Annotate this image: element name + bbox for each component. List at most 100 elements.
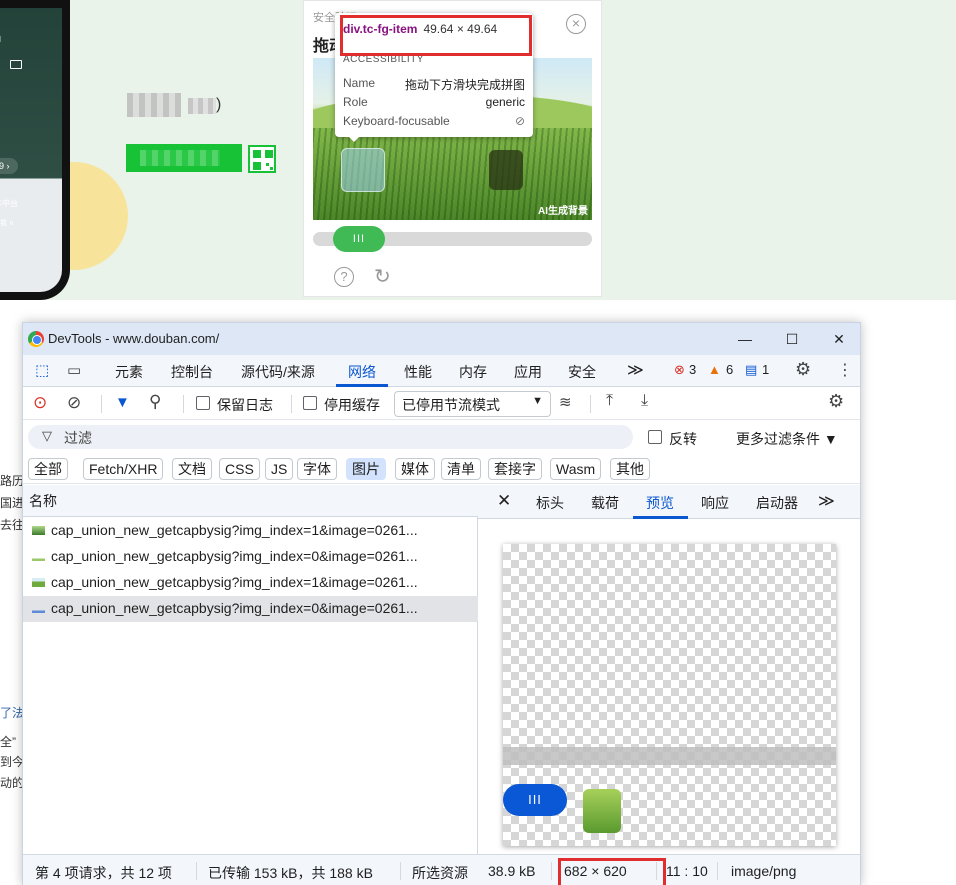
error-icon[interactable]: ⊗ xyxy=(674,362,685,378)
row-label: Role xyxy=(343,95,368,109)
devtools-panel-tabs: ⬚ ▭ 元素 控制台 源代码/来源 网络 性能 内存 应用 安全 ≫ ⊗ 3 ▲… xyxy=(23,355,860,387)
transferred-size: 已传输 153 kB，共 188 kB xyxy=(208,865,373,881)
type-filter-socket[interactable]: 套接字 xyxy=(488,458,542,480)
close-window-button[interactable]: ✕ xyxy=(826,327,852,351)
preserve-log-checkbox[interactable] xyxy=(196,396,210,410)
devtools-titlebar: DevTools - www.douban.com/ — ☐ ✕ xyxy=(23,323,860,355)
type-filter-js[interactable]: JS xyxy=(265,458,294,480)
annotation-red-box xyxy=(340,15,532,56)
tab-security[interactable]: 安全 xyxy=(568,362,596,382)
chevron-down-icon: ▼ xyxy=(532,395,543,407)
request-row[interactable]: cap_union_new_getcapbysig?img_index=0&im… xyxy=(23,544,478,570)
request-row[interactable]: cap_union_new_getcapbysig?img_index=1&im… xyxy=(23,570,478,596)
maximize-button[interactable]: ☐ xyxy=(779,327,805,351)
more-filters-dropdown[interactable]: 更多过滤条件 ▼ xyxy=(736,429,838,449)
tab-payload[interactable]: 载荷 xyxy=(591,493,619,513)
more-tabs-icon[interactable]: ≫ xyxy=(818,491,835,511)
minimize-button[interactable]: — xyxy=(732,327,758,351)
status-separator xyxy=(551,862,552,880)
toolbar-separator xyxy=(101,395,102,413)
message-count[interactable]: 1 xyxy=(762,362,769,377)
device-toolbar-icon[interactable]: ▭ xyxy=(67,361,81,379)
mail-icon xyxy=(10,60,22,69)
throttling-select[interactable]: 已停用节流模式 ▼ xyxy=(394,391,551,417)
status-separator xyxy=(400,862,401,880)
request-row[interactable]: cap_union_new_getcapbysig?img_index=1&im… xyxy=(23,518,478,544)
record-icon[interactable]: ⊙ xyxy=(33,393,47,413)
message-icon[interactable]: ▤ xyxy=(745,362,757,378)
tab-elements[interactable]: 元素 xyxy=(115,362,143,382)
requests-panel: 名称 cap_union_new_getcapbysig?img_index=1… xyxy=(23,485,478,854)
request-name: cap_union_new_getcapbysig?img_index=1&im… xyxy=(51,522,418,538)
type-filter-img[interactable]: 图片 xyxy=(346,458,386,480)
blurred-green-button-text xyxy=(140,150,220,166)
puzzle-piece-slot[interactable] xyxy=(341,148,385,192)
selected-resources: 所选资源 xyxy=(412,865,468,881)
refresh-icon[interactable]: ↻ xyxy=(374,264,391,289)
network-conditions-icon[interactable]: ≋ xyxy=(559,393,572,411)
resource-type-filters: 全部 Fetch/XHR 文档 CSS JS 字体 图片 媒体 清单 套接字 W… xyxy=(23,454,860,484)
preview-slider-handle: III xyxy=(503,784,567,816)
warning-count[interactable]: 6 xyxy=(726,362,733,377)
type-filter-manifest[interactable]: 清单 xyxy=(441,458,481,480)
page-link-fragment[interactable]: 了法 xyxy=(0,704,24,721)
tab-memory[interactable]: 内存 xyxy=(459,362,487,382)
row-value: generic xyxy=(485,95,525,109)
request-row-selected[interactable]: cap_union_new_getcapbysig?img_index=0&im… xyxy=(23,596,478,622)
request-name: cap_union_new_getcapbysig?img_index=1&im… xyxy=(51,574,418,590)
settings-icon[interactable]: ⚙ xyxy=(795,359,811,380)
tab-network[interactable]: 网络 xyxy=(348,362,376,382)
type-filter-css[interactable]: CSS xyxy=(219,458,260,480)
phone-screen: • ⌔ ▮ 9999 › 一整年中台 关于我 ∨ xyxy=(0,8,62,292)
type-filter-fetch-xhr[interactable]: Fetch/XHR xyxy=(83,458,164,480)
page-text-fragment: 到今 xyxy=(0,755,25,769)
row-value: 拖动下方滑块完成拼图 xyxy=(404,78,525,92)
search-icon[interactable]: ⚲ xyxy=(149,392,161,412)
toolbar-separator xyxy=(590,395,591,413)
tab-application[interactable]: 应用 xyxy=(514,362,542,382)
row-label: Name xyxy=(343,76,376,90)
toolbar-separator xyxy=(183,395,184,413)
import-har-icon[interactable]: ⤒ xyxy=(606,392,613,410)
type-filter-doc[interactable]: 文档 xyxy=(172,458,212,480)
devtools-window: DevTools - www.douban.com/ — ☐ ✕ ⬚ ▭ 元素 … xyxy=(22,322,861,885)
warning-icon[interactable]: ▲ xyxy=(708,362,721,377)
image-thumbnail-icon xyxy=(32,604,45,613)
error-count[interactable]: 3 xyxy=(689,362,696,377)
phone-text-2: 关于我 ∨ xyxy=(0,220,15,227)
export-har-icon[interactable]: ⤓ xyxy=(641,392,648,410)
qr-code-icon[interactable] xyxy=(248,145,276,173)
tab-preview[interactable]: 预览 xyxy=(646,493,674,513)
tab-response[interactable]: 响应 xyxy=(701,493,729,513)
slider-handle[interactable]: III xyxy=(333,226,385,252)
more-options-icon[interactable]: ⋮ xyxy=(837,360,853,380)
name-column-header[interactable]: 名称 xyxy=(23,485,478,517)
filter-input[interactable]: ▽ 过滤 xyxy=(28,425,633,449)
tab-console[interactable]: 控制台 xyxy=(171,362,213,382)
filter-icon[interactable]: ▼ xyxy=(115,394,130,411)
close-icon[interactable]: × xyxy=(566,14,586,34)
close-detail-icon[interactable]: ✕ xyxy=(497,491,511,511)
network-toolbar: ⊙ ⊘ ▼ ⚲ 保留日志 停用缓存 已停用节流模式 ▼ ≋ ⤒ ⤓ ⚙ xyxy=(23,388,860,420)
type-filter-wasm[interactable]: Wasm xyxy=(550,458,602,480)
image-file-size: 38.9 kB xyxy=(488,863,536,879)
type-filter-other[interactable]: 其他 xyxy=(610,458,650,480)
tab-performance[interactable]: 性能 xyxy=(404,362,432,382)
type-filter-font[interactable]: 字体 xyxy=(297,458,337,480)
ai-watermark: AI生成背景 xyxy=(538,206,588,217)
inspect-element-icon[interactable]: ⬚ xyxy=(35,361,49,379)
type-filter-all[interactable]: 全部 xyxy=(28,458,68,480)
more-tabs-icon[interactable]: ≫ xyxy=(627,360,644,380)
help-icon[interactable]: ? xyxy=(334,267,354,287)
disable-cache-checkbox[interactable] xyxy=(303,396,317,410)
tab-headers[interactable]: 标头 xyxy=(536,493,564,513)
tab-initiator[interactable]: 启动器 xyxy=(756,493,798,513)
tab-sources[interactable]: 源代码/来源 xyxy=(241,362,315,382)
type-filter-media[interactable]: 媒体 xyxy=(395,458,435,480)
preview-panel: ✕ 标头 载荷 预览 响应 启动器 ≫ III xyxy=(478,485,860,854)
invert-checkbox[interactable] xyxy=(648,430,662,444)
page-text-fragment: 路历 xyxy=(0,474,25,488)
clear-icon[interactable]: ⊘ xyxy=(67,393,81,413)
tooltip-row-name: Name 拖动下方滑块完成拼图 xyxy=(343,76,525,92)
network-settings-icon[interactable]: ⚙ xyxy=(828,391,844,412)
